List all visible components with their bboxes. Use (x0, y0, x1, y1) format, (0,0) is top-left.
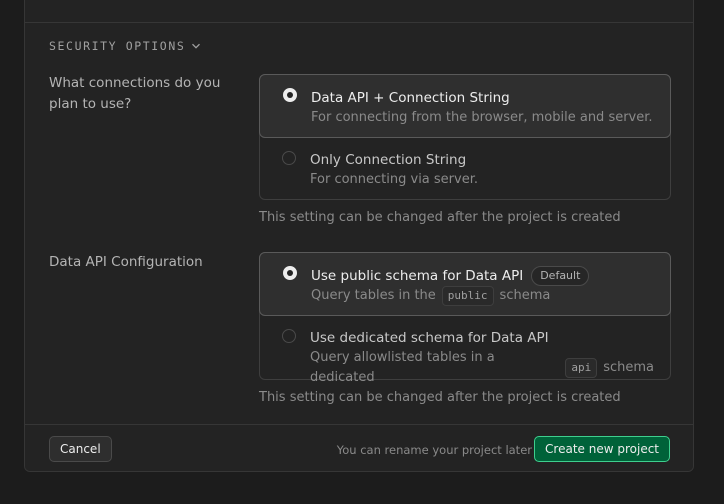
schema-code: api (565, 358, 598, 378)
security-options-label: SECURITY OPTIONS (49, 39, 186, 53)
data-api-hint: This setting can be changed after the pr… (259, 390, 621, 405)
schema-code: public (441, 286, 494, 306)
radio-unselected-icon[interactable] (282, 151, 296, 165)
data-api-config-label: Data API Configuration (49, 254, 203, 270)
rename-note: You can rename your project later (336, 443, 532, 457)
description-after: schema (603, 360, 654, 375)
description-after: schema (499, 288, 551, 303)
panel-footer: Cancel You can rename your project later… (25, 424, 693, 471)
connections-radio-group: Data API + Connection String For connect… (259, 74, 671, 200)
connections-label: What connections do you plan to use? (49, 75, 221, 112)
radio-selected-icon[interactable] (283, 266, 297, 280)
option-public-schema[interactable]: Use public schema for Data API Default Q… (259, 252, 671, 316)
cancel-button[interactable]: Cancel (49, 436, 112, 462)
data-api-radio-group: Use public schema for Data API Default Q… (259, 252, 671, 385)
option-dedicated-schema[interactable]: Use dedicated schema for Data API Query … (260, 316, 670, 385)
connections-hint: This setting can be changed after the pr… (259, 210, 621, 225)
option-title: Use dedicated schema for Data API (310, 330, 549, 346)
radio-selected-icon[interactable] (283, 88, 297, 102)
option-description: For connecting via server. (310, 172, 478, 187)
description-before: Query tables in the (311, 288, 436, 303)
option-only-connection-string[interactable]: Only Connection String For connecting vi… (260, 138, 670, 200)
option-title-row: Use public schema for Data API Default (311, 266, 654, 286)
description-before: Query allowlisted tables in a dedicated (310, 350, 495, 385)
option-title: Only Connection String (310, 152, 467, 168)
option-title: Use public schema for Data API (311, 268, 524, 284)
option-description: Query tables in the public schema (311, 286, 654, 306)
option-data-api-connection-string[interactable]: Data API + Connection String For connect… (259, 74, 671, 138)
radio-unselected-icon[interactable] (282, 329, 296, 343)
previous-section-divider (25, 0, 693, 23)
create-project-panel: SECURITY OPTIONS What connections do you… (24, 0, 694, 472)
create-new-project-button[interactable]: Create new project (534, 436, 670, 462)
security-options-toggle[interactable]: SECURITY OPTIONS (49, 39, 201, 53)
option-description: Query allowlisted tables in a dedicated … (310, 348, 654, 388)
default-badge: Default (531, 266, 590, 286)
option-title: Data API + Connection String (311, 90, 510, 106)
chevron-down-icon (192, 43, 201, 49)
option-description: For connecting from the browser, mobile … (311, 110, 653, 125)
